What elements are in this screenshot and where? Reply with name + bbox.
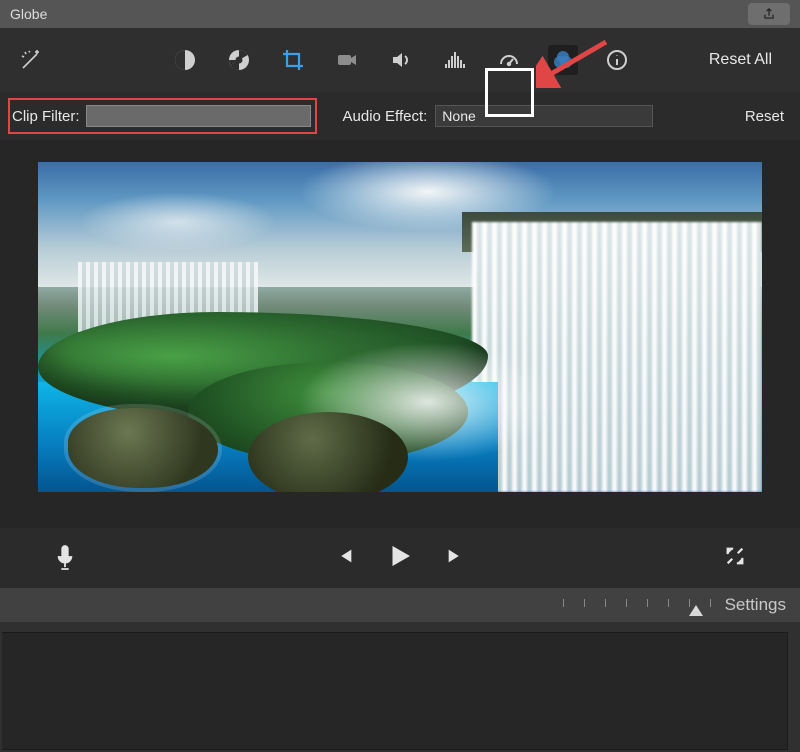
timeline-track-area[interactable] (2, 632, 788, 750)
audio-effect-selector[interactable]: None (435, 105, 653, 127)
share-button[interactable] (748, 3, 790, 25)
timeline-pane (0, 622, 800, 752)
clip-filter-label: Clip Filter: (12, 108, 80, 125)
titlebar: Globe (0, 0, 800, 28)
settings-button[interactable]: Settings (725, 595, 786, 615)
zoom-slider-thumb[interactable] (689, 605, 703, 616)
previous-frame-button[interactable] (333, 545, 355, 572)
timeline-settings-bar: Settings (0, 588, 800, 622)
reset-button[interactable]: Reset (745, 108, 784, 125)
voiceover-record-button[interactable] (54, 544, 76, 572)
crop-icon[interactable] (278, 45, 308, 75)
color-correction-icon[interactable] (224, 45, 254, 75)
transport-bar (0, 528, 800, 588)
next-frame-button[interactable] (445, 545, 467, 572)
reset-all-button[interactable]: Reset All (709, 51, 780, 69)
clip-filter-group: Clip Filter: (8, 98, 317, 134)
adjustments-toolbar: Reset All (0, 28, 800, 92)
effects-row: Clip Filter: Audio Effect: None Reset (0, 92, 800, 140)
video-preview[interactable] (38, 162, 762, 492)
project-title: Globe (10, 6, 47, 22)
stabilize-camera-icon[interactable] (332, 45, 362, 75)
volume-icon[interactable] (386, 45, 416, 75)
equalizer-icon[interactable] (440, 45, 470, 75)
audio-effect-label: Audio Effect: (343, 108, 428, 125)
magic-wand-icon[interactable] (16, 45, 46, 75)
annotation-highlight-box (485, 68, 534, 117)
preview-area (0, 140, 800, 528)
color-balance-icon[interactable] (170, 45, 200, 75)
annotation-arrow-icon (536, 38, 616, 88)
play-button[interactable] (385, 541, 415, 576)
share-icon (762, 7, 776, 21)
clip-filter-selector[interactable] (86, 105, 311, 127)
timeline-zoom-slider[interactable] (563, 599, 711, 611)
fullscreen-button[interactable] (724, 545, 746, 572)
